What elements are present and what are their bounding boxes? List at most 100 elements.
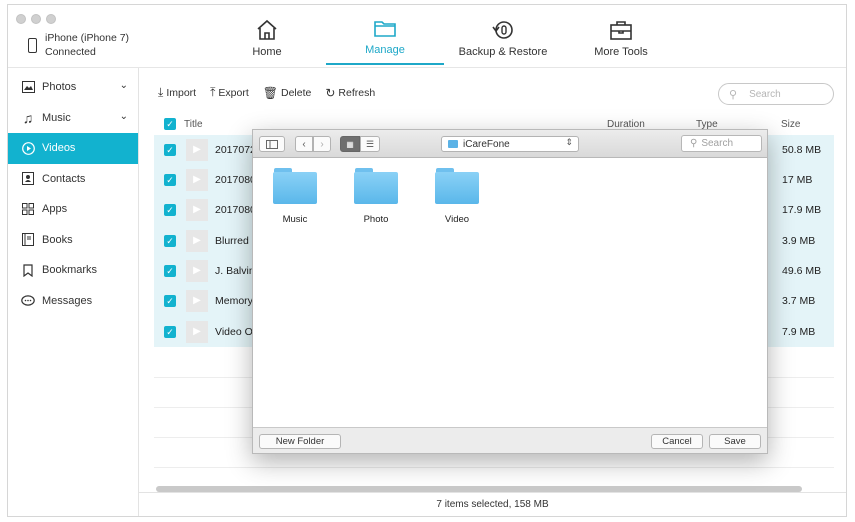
search-input[interactable]: ⚲ Search bbox=[718, 83, 834, 105]
dialog-footer: New Folder Cancel Save bbox=[253, 427, 767, 453]
close-window-button[interactable] bbox=[16, 14, 26, 24]
video-thumbnail: ▶ bbox=[186, 169, 208, 191]
nav-more-tools[interactable]: More Tools bbox=[562, 5, 680, 65]
sidebar-item-label: Photos bbox=[42, 81, 77, 94]
save-button[interactable]: Save bbox=[709, 434, 761, 449]
save-dialog: ‹ › ▦ ☰ iCareFone ⇕ ⚲ Search Music Photo… bbox=[252, 129, 768, 454]
sidebar-item-videos[interactable]: Videos bbox=[8, 133, 138, 164]
back-button[interactable]: ‹ bbox=[295, 136, 313, 152]
video-thumbnail: ▶ bbox=[186, 199, 208, 221]
sidebar-item-photos[interactable]: Photos ⌄ bbox=[8, 72, 138, 103]
dialog-search-input[interactable]: ⚲ Search bbox=[681, 135, 762, 152]
device-info: iPhone (iPhone 7) Connected bbox=[28, 31, 129, 59]
folder-icon bbox=[354, 168, 398, 204]
row-size: 7.9 MB bbox=[782, 326, 816, 338]
column-title[interactable]: Title bbox=[184, 119, 203, 130]
phone-icon bbox=[28, 37, 37, 53]
sidebar-icon bbox=[266, 139, 278, 149]
search-icon: ⚲ bbox=[729, 88, 738, 101]
nav-backup-restore-label: Backup & Restore bbox=[458, 46, 548, 58]
sidebar-item-messages[interactable]: Messages bbox=[8, 286, 138, 317]
video-thumbnail: ▶ bbox=[186, 260, 208, 282]
row-divider bbox=[154, 467, 834, 468]
home-icon bbox=[257, 19, 277, 40]
sidebar-item-label: Videos bbox=[42, 142, 76, 155]
sidebar-item-label: Messages bbox=[42, 294, 93, 307]
folder-label: Photo bbox=[363, 214, 389, 225]
row-size: 49.6 MB bbox=[782, 265, 822, 277]
sidebar: Photos ⌄ ♫ Music ⌄ Videos Contacts Apps … bbox=[8, 68, 139, 516]
refresh-label: Refresh bbox=[338, 86, 376, 99]
row-checkbox[interactable]: ✓ bbox=[164, 144, 176, 156]
list-icon: ☰ bbox=[365, 138, 375, 149]
location-label: iCareFone bbox=[463, 138, 510, 150]
chevron-down-icon[interactable]: ⌄ bbox=[120, 111, 128, 122]
nav-more-tools-label: More Tools bbox=[594, 46, 648, 58]
column-size[interactable]: Size bbox=[781, 119, 800, 130]
folder-music[interactable]: Music bbox=[265, 168, 325, 225]
row-checkbox[interactable]: ✓ bbox=[164, 326, 176, 338]
toolbox-icon bbox=[610, 21, 632, 40]
sidebar-item-label: Contacts bbox=[42, 172, 86, 185]
location-select[interactable]: iCareFone ⇕ bbox=[441, 136, 579, 152]
sidebar-item-apps[interactable]: Apps bbox=[8, 194, 138, 225]
sidebar-item-label: Apps bbox=[42, 203, 68, 216]
zoom-window-button[interactable] bbox=[46, 14, 56, 24]
row-checkbox[interactable]: ✓ bbox=[164, 174, 176, 186]
sidebar-toggle-button[interactable] bbox=[259, 136, 285, 152]
dialog-search-placeholder: Search bbox=[701, 138, 734, 149]
sidebar-item-music[interactable]: ♫ Music ⌄ bbox=[8, 103, 138, 134]
row-title: Memory bbox=[215, 295, 253, 307]
folder-icon bbox=[435, 168, 479, 204]
nav-home-label: Home bbox=[252, 46, 282, 58]
sidebar-item-contacts[interactable]: Contacts bbox=[8, 164, 138, 195]
row-checkbox[interactable]: ✓ bbox=[164, 295, 176, 307]
export-icon: ⤒ bbox=[210, 85, 216, 99]
grid-icon: ▦ bbox=[346, 139, 354, 149]
folder-label: Music bbox=[282, 214, 308, 225]
row-title: 2017072 bbox=[215, 144, 256, 156]
minimize-window-button[interactable] bbox=[31, 14, 41, 24]
sidebar-item-label: Books bbox=[42, 233, 73, 246]
dialog-toolbar: ‹ › ▦ ☰ iCareFone ⇕ ⚲ Search bbox=[253, 130, 767, 158]
sidebar-item-books[interactable]: Books bbox=[8, 225, 138, 256]
play-icon bbox=[21, 141, 35, 155]
row-checkbox[interactable]: ✓ bbox=[164, 265, 176, 277]
updown-icon: ⇕ bbox=[565, 137, 573, 147]
refresh-icon: ↻ bbox=[325, 85, 336, 100]
book-icon bbox=[21, 233, 35, 247]
refresh-button[interactable]: ↻ Refresh bbox=[325, 85, 375, 100]
nav-backup-restore[interactable]: Backup & Restore bbox=[444, 5, 562, 65]
chevron-down-icon[interactable]: ⌄ bbox=[120, 80, 128, 91]
nav-manage[interactable]: Manage bbox=[326, 5, 444, 65]
folder-icon bbox=[273, 168, 317, 204]
nav-home[interactable]: Home bbox=[208, 5, 326, 65]
apps-icon bbox=[21, 202, 35, 216]
row-checkbox[interactable]: ✓ bbox=[164, 235, 176, 247]
row-checkbox[interactable]: ✓ bbox=[164, 204, 176, 216]
main-nav: Home Manage Backup & Restore More Tools bbox=[208, 5, 680, 65]
sidebar-item-bookmarks[interactable]: Bookmarks bbox=[8, 255, 138, 286]
trash-icon: 🗑 bbox=[262, 85, 278, 100]
restore-icon bbox=[492, 21, 513, 39]
row-size: 17 MB bbox=[782, 174, 813, 186]
forward-button[interactable]: › bbox=[313, 136, 331, 152]
select-all-checkbox[interactable]: ✓ bbox=[164, 118, 176, 130]
icon-view-button[interactable]: ▦ bbox=[340, 136, 360, 152]
export-button[interactable]: ⤒ Export bbox=[210, 85, 249, 100]
bookmark-icon bbox=[21, 263, 35, 277]
list-view-button[interactable]: ☰ bbox=[360, 136, 380, 152]
folder-video[interactable]: Video bbox=[427, 168, 487, 225]
row-title: Video Of bbox=[215, 326, 256, 338]
new-folder-button[interactable]: New Folder bbox=[259, 434, 341, 449]
message-icon bbox=[21, 294, 35, 308]
delete-button[interactable]: 🗑 Delete bbox=[263, 85, 312, 100]
device-name: iPhone (iPhone 7) bbox=[45, 32, 130, 44]
nav-manage-label: Manage bbox=[365, 44, 405, 56]
cancel-button[interactable]: Cancel bbox=[651, 434, 703, 449]
row-size: 3.9 MB bbox=[782, 235, 816, 247]
delete-label: Delete bbox=[280, 86, 312, 99]
import-button[interactable]: ⤓ Import bbox=[158, 85, 196, 100]
folder-label: Video bbox=[444, 214, 470, 225]
folder-photo[interactable]: Photo bbox=[346, 168, 406, 225]
